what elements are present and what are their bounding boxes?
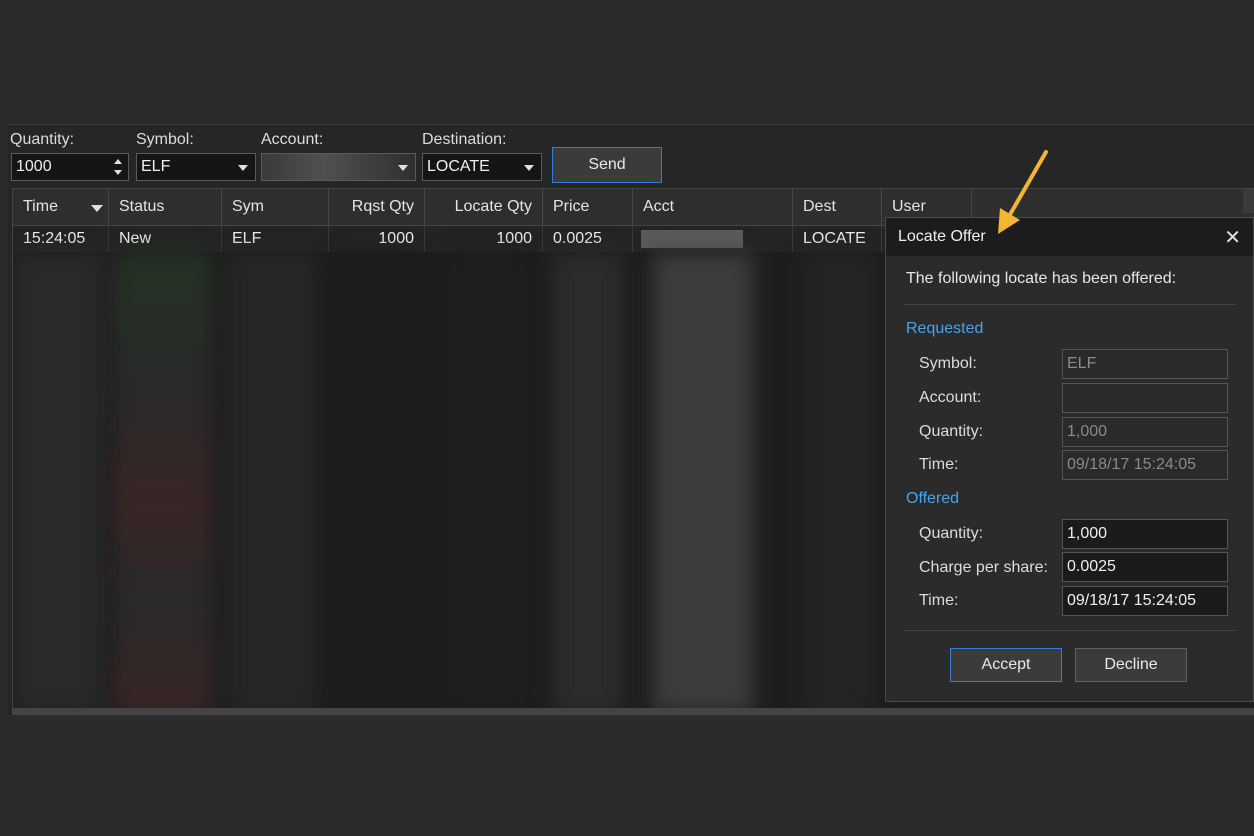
redacted-block <box>641 230 743 248</box>
send-button[interactable]: Send <box>552 147 662 183</box>
charge-per-share-field[interactable]: 0.0025 <box>1062 552 1228 582</box>
offered-time-field[interactable]: 09/18/17 15:24:05 <box>1062 586 1228 616</box>
dialog-message: The following locate has been offered: <box>906 270 1177 287</box>
column-header-status[interactable]: Status <box>109 189 222 225</box>
requested-heading: Requested <box>906 320 984 337</box>
charge-per-share-label: Charge per share: <box>919 559 1048 576</box>
offered-quantity-field[interactable]: 1,000 <box>1062 519 1228 549</box>
offered-heading: Offered <box>906 490 960 507</box>
requested-symbol-label: Symbol: <box>919 355 977 372</box>
sort-down-icon <box>91 205 103 212</box>
cell-status: New <box>109 226 222 252</box>
horizontal-scrollbar[interactable] <box>13 708 1254 714</box>
divider <box>904 304 1236 305</box>
cell-sym: ELF <box>222 226 329 252</box>
chevron-down-icon <box>398 165 408 171</box>
cell-price: 0.0025 <box>543 226 633 252</box>
arrow-annotation-icon <box>998 150 1048 234</box>
cell-time: 15:24:05 <box>13 226 109 252</box>
cell-dest: LOCATE <box>793 226 882 252</box>
offered-time-label: Time: <box>919 592 959 609</box>
requested-account-label: Account: <box>919 389 982 406</box>
symbol-value: ELF <box>141 158 171 175</box>
symbol-dropdown[interactable]: ELF <box>136 153 256 181</box>
column-header-dest[interactable]: Dest <box>793 189 882 225</box>
cell-locate-qty: 1000 <box>425 226 543 252</box>
quantity-value: 1000 <box>16 158 52 175</box>
symbol-label: Symbol: <box>136 131 194 148</box>
quantity-stepper[interactable]: 1000 <box>11 153 129 181</box>
dialog-titlebar[interactable]: Locate Offer ✕ <box>886 218 1253 256</box>
requested-account-field <box>1062 383 1228 413</box>
close-icon[interactable]: ✕ <box>1224 225 1241 250</box>
quantity-label: Quantity: <box>10 131 75 148</box>
divider <box>904 630 1236 631</box>
requested-symbol-field: ELF <box>1062 349 1228 379</box>
requested-time-field: 09/18/17 15:24:05 <box>1062 450 1228 480</box>
column-header-locate-qty[interactable]: Locate Qty <box>425 189 543 225</box>
accept-button[interactable]: Accept <box>950 648 1062 682</box>
column-header-acct[interactable]: Acct <box>633 189 793 225</box>
account-dropdown[interactable] <box>261 153 416 181</box>
column-header-time[interactable]: Time <box>13 189 109 225</box>
cell-rqst-qty: 1000 <box>329 226 425 252</box>
chevron-down-icon <box>238 165 248 171</box>
requested-quantity-field: 1,000 <box>1062 417 1228 447</box>
locate-offer-dialog: Locate Offer ✕ The following locate has … <box>885 217 1254 702</box>
requested-quantity-label: Quantity: <box>919 423 984 440</box>
column-header-price[interactable]: Price <box>543 189 633 225</box>
spinner-arrows-icon[interactable] <box>114 156 124 178</box>
destination-value: LOCATE <box>427 158 490 175</box>
decline-button[interactable]: Decline <box>1075 648 1187 682</box>
dialog-title: Locate Offer <box>898 228 986 245</box>
column-header-sym[interactable]: Sym <box>222 189 329 225</box>
account-label: Account: <box>261 131 324 148</box>
destination-dropdown[interactable]: LOCATE <box>422 153 542 181</box>
column-header-rqst-qty[interactable]: Rqst Qty <box>329 189 425 225</box>
chevron-down-icon <box>524 165 534 171</box>
destination-label: Destination: <box>422 131 507 148</box>
requested-time-label: Time: <box>919 456 959 473</box>
offered-quantity-label: Quantity: <box>919 525 984 542</box>
scrollbar-up[interactable] <box>1243 189 1254 213</box>
